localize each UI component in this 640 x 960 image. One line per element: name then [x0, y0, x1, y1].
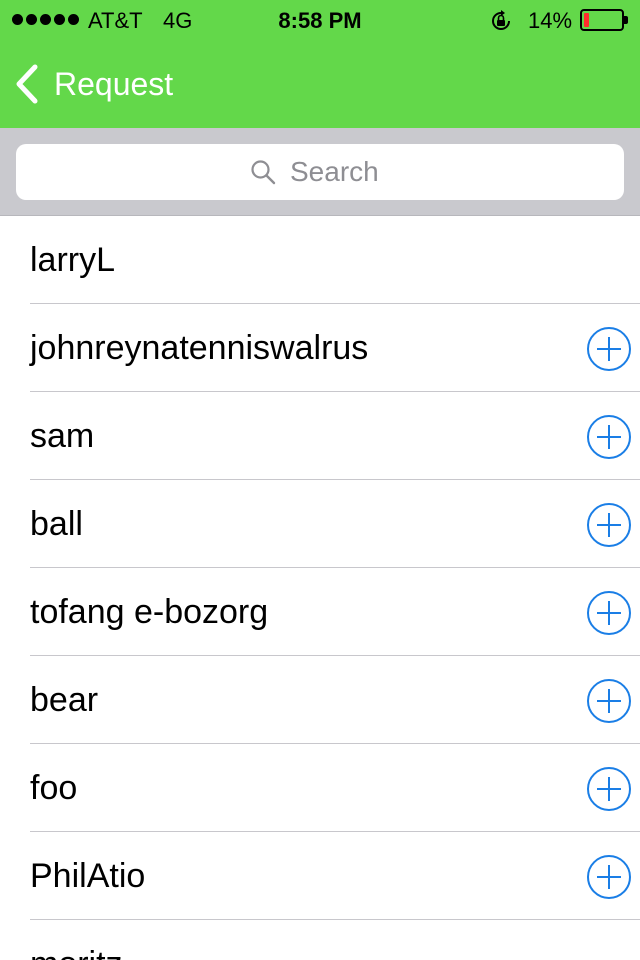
list-item[interactable]: johnreynatenniswalrus	[0, 304, 640, 392]
plus-circle-icon[interactable]	[586, 854, 632, 900]
rotation-lock-icon	[492, 10, 510, 30]
user-name: foo	[30, 769, 78, 807]
plus-circle-icon[interactable]	[586, 590, 632, 636]
user-name: bear	[30, 681, 99, 719]
list-item[interactable]: foo	[0, 744, 640, 832]
list-item[interactable]: sam	[0, 392, 640, 480]
search-field[interactable]	[16, 144, 624, 200]
plus-circle-icon[interactable]	[586, 502, 632, 548]
user-name: ball	[30, 505, 83, 543]
battery-fill	[584, 13, 589, 27]
user-name: johnreynatenniswalrus	[30, 329, 369, 367]
list-item[interactable]: moritz	[0, 920, 640, 960]
list-item[interactable]: larryL	[0, 216, 640, 304]
status-bar: AT&T 4G 8:58 PM 14%	[0, 0, 640, 40]
plus-circle-icon[interactable]	[586, 678, 632, 724]
battery-icon	[580, 9, 628, 31]
plus-circle-icon[interactable]	[586, 414, 632, 460]
search-icon	[251, 160, 276, 185]
header: AT&T 4G 8:58 PM 14% Request	[0, 0, 640, 128]
user-name: moritz	[30, 920, 123, 960]
search-bar	[0, 128, 640, 216]
user-name: tofang e-bozorg	[30, 593, 269, 631]
list-item[interactable]: PhilAtio	[0, 832, 640, 920]
list-item[interactable]: bear	[0, 656, 640, 744]
user-name: PhilAtio	[30, 857, 146, 895]
back-label: Request	[54, 65, 174, 102]
screen: AT&T 4G 8:58 PM 14% Request Search larry…	[0, 0, 640, 960]
list-item[interactable]: tofang e-bozorg	[0, 568, 640, 656]
plus-circle-icon[interactable]	[586, 326, 632, 372]
user-name: sam	[30, 417, 95, 455]
battery-percent: 14%	[528, 8, 573, 33]
chevron-left-icon	[16, 64, 38, 104]
plus-circle-icon[interactable]	[586, 766, 632, 812]
search-input[interactable]	[290, 156, 390, 188]
user-name: larryL	[30, 241, 116, 279]
back-button[interactable]: Request	[14, 62, 173, 106]
list-item[interactable]: ball	[0, 480, 640, 568]
user-list: larryL johnreynatenniswalrus sam ball tofang…	[0, 216, 640, 960]
nav-bar: Request	[0, 40, 640, 128]
